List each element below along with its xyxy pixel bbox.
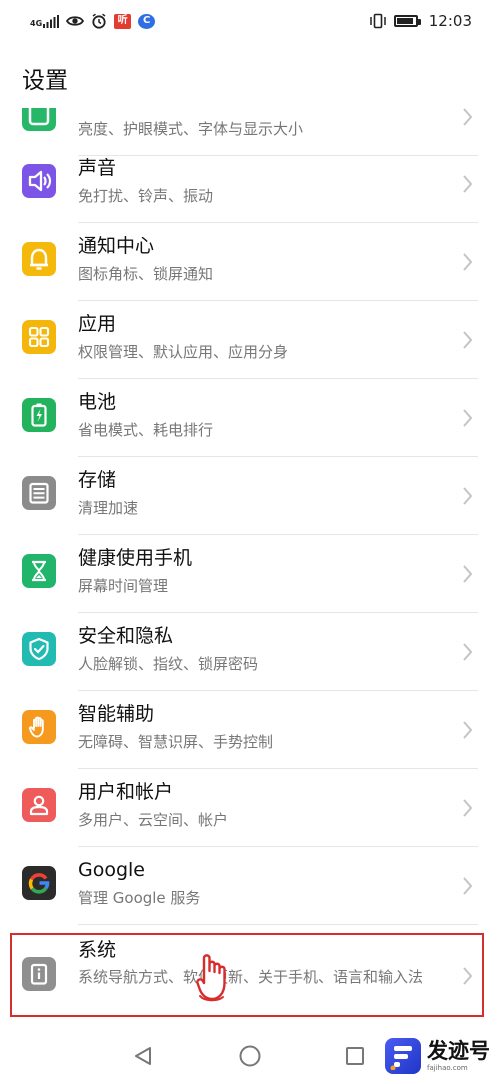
chevron-right-icon [460,875,476,897]
watermark: 发迹号 fajihao.com [385,1038,490,1074]
status-bar: 4G 听 C 12:03 [0,0,500,42]
signal-bars-icon [43,14,60,28]
recents-button[interactable] [343,1044,367,1068]
eye-icon [66,16,85,26]
settings-item-subtitle: 屏幕时间管理 [78,577,169,595]
settings-item-subtitle: 管理 Google 服务 [78,889,201,907]
watermark-url: fajihao.com [427,1063,468,1072]
settings-list: 亮度、护眼模式、字体与显示大小 声音 免打扰、铃声、振动 通知中心 图标角标、锁… [0,108,500,1028]
settings-item-subtitle: 免打扰、铃声、振动 [78,187,214,205]
chevron-right-icon [460,641,476,663]
chevron-right-icon [460,173,476,195]
app-badge-c-icon: C [138,13,156,29]
shield-icon [22,632,56,666]
settings-item-subtitle: 省电模式、耗电排行 [78,421,214,439]
chevron-right-icon [460,719,476,741]
speaker-icon [22,164,56,198]
watermark-logo-icon [385,1038,421,1074]
home-button[interactable] [238,1044,262,1068]
settings-item-title: 应用 [78,313,117,335]
alarm-icon [92,13,106,29]
clock: 12:03 [428,12,472,30]
watermark-title: 发迹号 [427,1038,490,1063]
watermark-text: 发迹号 fajihao.com [427,1038,490,1072]
settings-item-subtitle: 权限管理、默认应用、应用分身 [78,343,289,361]
settings-item-google[interactable]: Google 管理 Google 服务 [0,847,500,925]
chevron-right-icon [460,797,476,819]
user-icon [22,788,56,822]
row-divider [78,924,478,925]
bell-icon [22,242,56,276]
google-icon [22,866,56,900]
settings-item-title: 用户和帐户 [78,781,174,803]
settings-item-battery[interactable]: 电池 省电模式、耗电排行 [0,379,500,457]
chevron-right-icon [460,108,476,128]
settings-item-subtitle: 人脸解锁、指纹、锁屏密码 [78,655,259,673]
settings-item-subtitle: 系统导航方式、软件更新、关于手机、语言和输入法 [78,968,424,986]
storage-icon [22,476,56,510]
settings-item-smart-assistance[interactable]: 智能辅助 无障碍、智慧识屏、手势控制 [0,691,500,769]
settings-item-title: 通知中心 [78,235,155,257]
hand-icon [22,710,56,744]
battery-status-icon [393,15,421,27]
settings-item-title: 智能辅助 [78,703,155,725]
settings-item-title: 存储 [78,469,117,491]
settings-item-notification[interactable]: 通知中心 图标角标、锁屏通知 [0,223,500,301]
chevron-right-icon [460,329,476,351]
settings-item-sound[interactable]: 声音 免打扰、铃声、振动 [0,145,500,223]
settings-item-title: 系统 [78,939,117,961]
settings-item-subtitle: 无障碍、智慧识屏、手势控制 [78,733,274,751]
apps-grid-icon [22,320,56,354]
cellular-signal-icon: 4G [30,14,60,28]
settings-item-subtitle: 清理加速 [78,499,139,517]
settings-item-apps[interactable]: 应用 权限管理、默认应用、应用分身 [0,301,500,379]
status-left: 4G 听 C [30,13,156,29]
chevron-right-icon [460,563,476,585]
back-button[interactable] [131,1044,155,1068]
settings-item-title: 健康使用手机 [78,547,193,569]
system-icon [22,957,56,991]
app-notification-icon: 听 [114,13,132,29]
settings-item-accounts[interactable]: 用户和帐户 多用户、云空间、帐户 [0,769,500,847]
page-title: 设置 [22,68,68,94]
settings-item-title: 安全和隐私 [78,625,174,647]
network-label: 4G [30,18,43,28]
display-icon [22,108,56,131]
triangle-back-icon [135,1047,151,1065]
status-right: 12:03 [369,12,472,30]
battery-icon [22,398,56,432]
pointing-hand-icon [194,950,234,1004]
settings-item-storage[interactable]: 存储 清理加速 [0,457,500,535]
settings-item-subtitle: 图标角标、锁屏通知 [78,265,214,283]
chevron-right-icon [460,251,476,273]
circle-home-icon [239,1045,261,1067]
chevron-right-icon [460,407,476,429]
settings-item-title: Google [78,859,146,881]
chevron-right-icon [460,965,476,987]
settings-item-subtitle: 多用户、云空间、帐户 [78,811,229,829]
square-recents-icon [346,1047,364,1065]
vibrate-icon [370,13,386,29]
settings-item-system[interactable]: 系统 系统导航方式、软件更新、关于手机、语言和输入法 [0,933,500,1019]
chevron-right-icon [460,485,476,507]
hourglass-icon [22,554,56,588]
settings-item-security[interactable]: 安全和隐私 人脸解锁、指纹、锁屏密码 [0,613,500,691]
settings-item-title: 声音 [78,157,117,179]
settings-item-title: 电池 [78,391,117,413]
settings-item-digital-balance[interactable]: 健康使用手机 屏幕时间管理 [0,535,500,613]
settings-item-subtitle: 亮度、护眼模式、字体与显示大小 [78,120,304,138]
